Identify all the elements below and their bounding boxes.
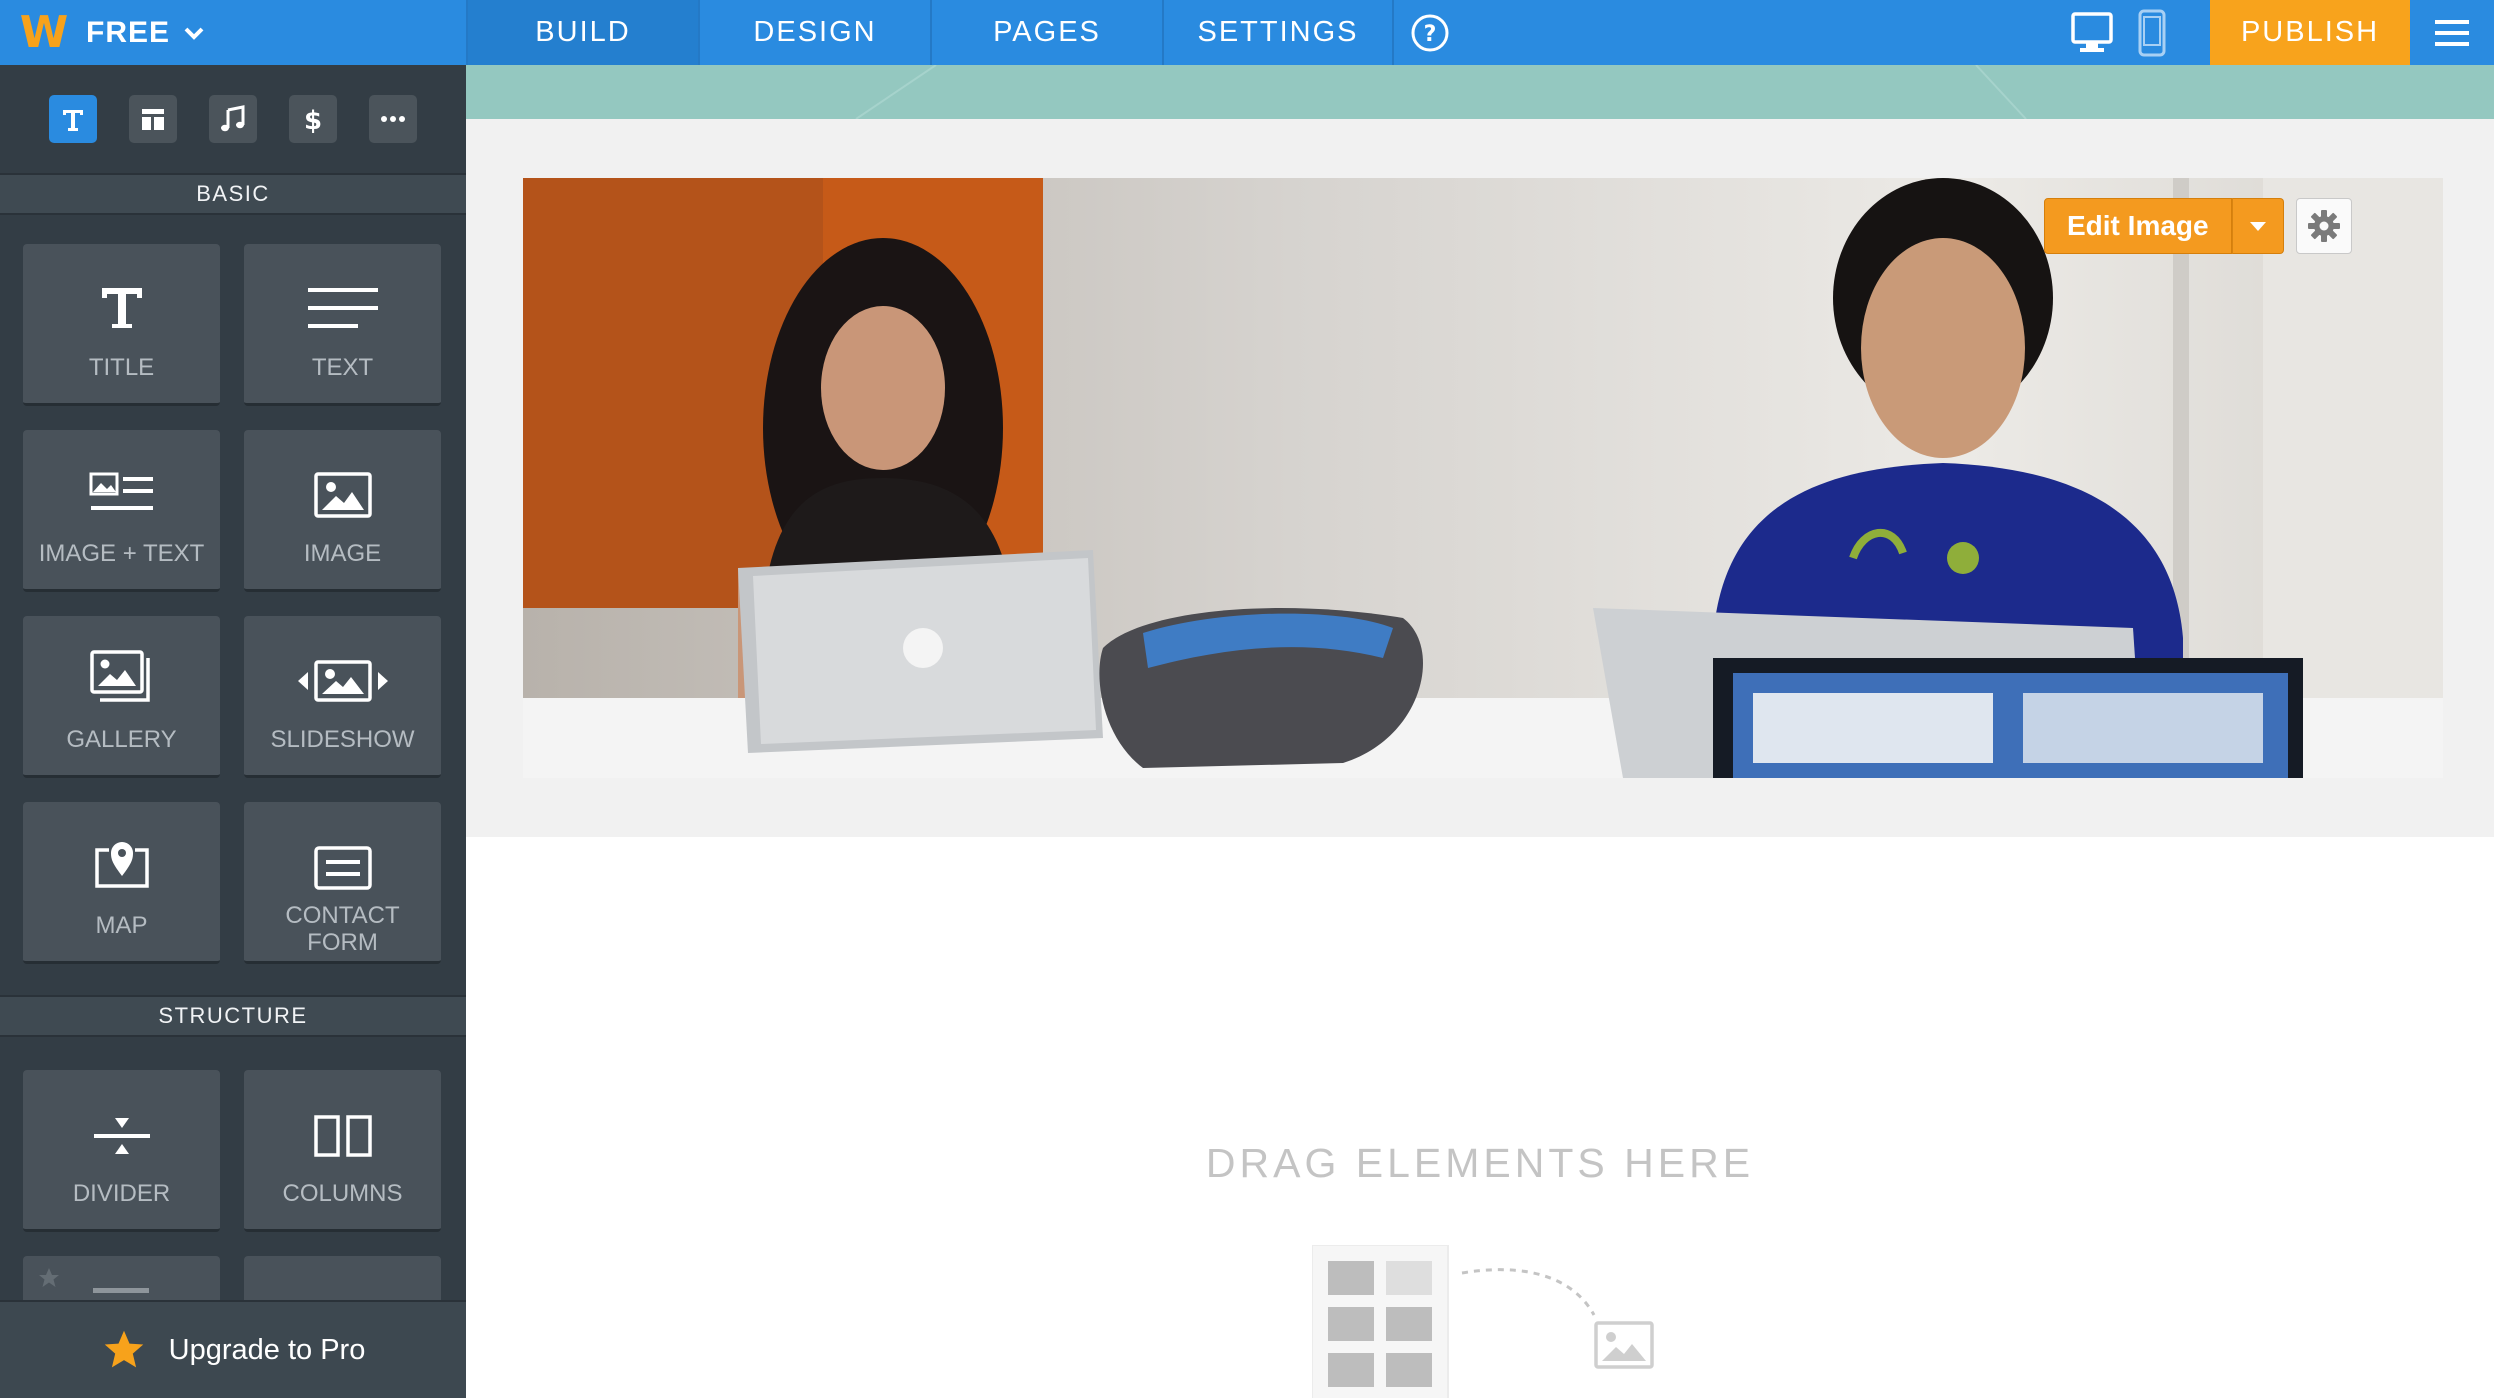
basic-elements-grid: TITLE TEXT IMAGE + TEXT IMAGE GALLERY SL… [0,244,466,964]
desktop-icon [2071,11,2113,52]
map-pin-icon [94,842,149,888]
image-settings-button[interactable] [2295,198,2352,254]
section-header-basic: BASIC [0,173,466,215]
page-canvas: Edit Image DRAG ELEMENTS HERE [466,65,2494,1398]
element-category-bar: $ [0,65,466,173]
element-label: GALLERY [66,726,177,753]
help-button[interactable]: ? [1394,0,1466,65]
more-icon [381,116,405,122]
element-label: TEXT [311,354,374,381]
slideshow-icon [297,660,388,702]
desktop-view-button[interactable] [2062,0,2122,65]
element-label: IMAGE + TEXT [38,540,205,567]
contact-form-icon [313,846,372,890]
element-gallery[interactable]: GALLERY [23,616,220,778]
category-structure-button[interactable] [129,95,177,143]
tab-pages[interactable]: PAGES [930,0,1162,65]
drag-illustration-icon [1312,1245,1654,1398]
upgrade-label: Upgrade to Pro [168,1333,366,1366]
question-circle-icon: ? [1411,14,1449,51]
mobile-phone-icon [2138,9,2166,56]
caret-down-icon [2249,222,2266,231]
element-slideshow[interactable]: SLIDESHOW [244,616,441,778]
image-edit-controls: Edit Image [2044,198,2352,254]
upgrade-to-pro-button[interactable]: Upgrade to Pro [0,1300,466,1398]
photo-illustration [523,178,2443,778]
element-label: COLUMNS [282,1180,403,1207]
image-icon [313,472,372,518]
element-image[interactable]: IMAGE [244,430,441,592]
element-divider[interactable]: DIVIDER [23,1070,220,1232]
publish-button[interactable]: PUBLISH [2210,0,2410,65]
edit-image-button[interactable]: Edit Image [2044,198,2232,254]
element-title[interactable]: TITLE [23,244,220,406]
section-header-structure: STRUCTURE [0,995,466,1037]
element-label: MAP [95,912,148,939]
header-band [466,65,2494,119]
star-icon [39,1268,59,1287]
plan-label: FREE [86,15,171,49]
main-nav-tabs: BUILD DESIGN PAGES SETTINGS [466,0,1394,65]
dollar-icon: $ [304,106,322,134]
text-icon [63,110,83,131]
element-label: CONTACT FORM [285,902,400,956]
element-text[interactable]: TEXT [244,244,441,406]
category-commerce-button[interactable]: $ [289,95,337,143]
element-columns[interactable]: COLUMNS [244,1070,441,1232]
category-more-button[interactable] [369,95,417,143]
chevron-down-icon [184,27,204,40]
element-map[interactable]: MAP [23,802,220,964]
element-image-text[interactable]: IMAGE + TEXT [23,430,220,592]
element-contact-form[interactable]: CONTACT FORM [244,802,441,964]
image-text-icon [89,472,153,510]
tab-design[interactable]: DESIGN [698,0,930,65]
element-label: IMAGE [303,540,382,567]
weebly-logo-icon: W [19,7,69,58]
element-label: SLIDESHOW [270,726,415,753]
svg-text:$: $ [304,106,322,134]
category-media-button[interactable] [209,95,257,143]
music-icon [221,105,245,132]
gear-icon [2307,210,2340,242]
partial-tile-icon [93,1288,149,1293]
edit-image-dropdown-button[interactable] [2231,198,2284,254]
plan-selector[interactable]: W FREE [0,0,466,65]
banner-image[interactable] [523,178,2443,778]
tab-settings[interactable]: SETTINGS [1162,0,1394,65]
layout-icon [142,109,164,130]
svg-text:?: ? [1424,22,1437,47]
text-lines-icon [307,288,378,328]
element-label: TITLE [88,354,155,381]
hamburger-icon [2435,19,2469,46]
star-icon [104,1330,143,1368]
columns-icon [313,1115,372,1157]
title-icon [101,288,142,328]
elements-sidebar: $ BASIC TITLE TEXT IMAGE + TEXT IMAGE GA… [0,65,466,1398]
drop-zone-text: DRAG ELEMENTS HERE [1205,1140,1755,1186]
element-label: DIVIDER [72,1180,171,1207]
top-right-controls: PUBLISH [2062,0,2494,65]
mobile-view-button[interactable] [2122,0,2182,65]
hamburger-menu-button[interactable] [2410,0,2494,65]
category-text-button[interactable] [49,95,97,143]
tab-build[interactable]: BUILD [466,0,698,65]
top-toolbar: W FREE BUILD DESIGN PAGES SETTINGS ? PUB… [0,0,2494,65]
gallery-icon [89,650,150,702]
header-decoration [855,65,2027,119]
divider-icon [93,1118,150,1154]
